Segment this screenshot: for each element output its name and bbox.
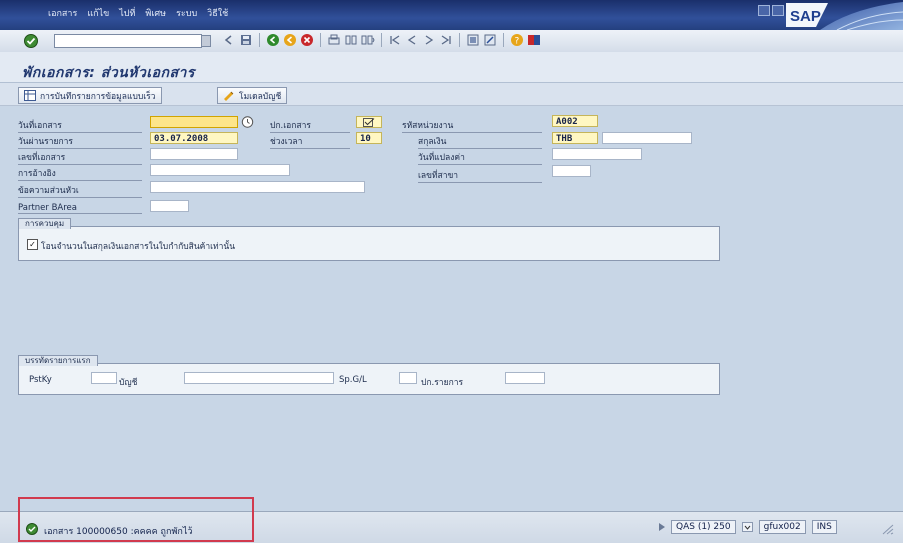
- server-name-box[interactable]: gfux002: [758, 520, 806, 534]
- partner-business-area-field[interactable]: [150, 200, 189, 212]
- main-content: วันที่เอกสาร วันผ่านรายการ 03.07.2008 เล…: [0, 106, 903, 511]
- enter-check-icon[interactable]: [22, 33, 40, 49]
- page-title: พักเอกสาร: ส่วนหัวเอกสาร: [22, 65, 195, 81]
- insert-mode-box[interactable]: INS: [811, 520, 837, 534]
- first-line-item-group-box: บรรทัดรายการแรก PstKy บัญชี Sp.G/L ปก.รา…: [18, 355, 720, 395]
- document-number-field[interactable]: [150, 148, 238, 160]
- save-icon[interactable]: [239, 33, 253, 47]
- transfer-amount-checkbox[interactable]: ✓: [27, 239, 38, 250]
- posting-date-label: วันผ่านรายการ: [18, 134, 142, 149]
- menu-document[interactable]: เอกสาร: [48, 6, 77, 20]
- new-session-icon[interactable]: [466, 33, 480, 47]
- calendar-help-icon[interactable]: [241, 116, 254, 128]
- currency-label: สกุลเงิน: [418, 134, 542, 149]
- menu-bar: เอกสาร แก้ไข ไปที่ พิเศษ ระบบ วิธีใช้: [48, 6, 228, 20]
- document-type-label: ปก.เอกสาร: [270, 118, 350, 133]
- help-icon[interactable]: ?: [510, 33, 524, 47]
- find-next-icon[interactable]: [361, 33, 375, 47]
- back-green-icon[interactable]: [266, 33, 280, 47]
- menu-edit[interactable]: แก้ไข: [87, 6, 109, 20]
- branch-number-field[interactable]: [552, 165, 591, 177]
- first-line-item-group-title: บรรทัดรายการแรก: [18, 355, 98, 366]
- special-gl-field[interactable]: [399, 372, 417, 384]
- company-code-field[interactable]: A002: [552, 115, 598, 127]
- resize-grip-icon[interactable]: [880, 523, 894, 535]
- title-bar: เอกสาร แก้ไข ไปที่ พิเศษ ระบบ วิธีใช้ SA…: [0, 0, 903, 30]
- print-icon[interactable]: [327, 33, 341, 47]
- menu-extras[interactable]: พิเศษ: [145, 6, 166, 20]
- fast-data-entry-label: การบันทึกรายการข้อมูลแบบเร็ว: [40, 91, 156, 102]
- toolbar-icons: ?: [222, 33, 541, 47]
- period-field[interactable]: 10: [356, 132, 382, 144]
- document-type-check-icon: [363, 118, 375, 127]
- table-entry-icon: [24, 90, 36, 101]
- transaction-type-label: ปก.รายการ: [421, 378, 464, 388]
- cancel-red-icon[interactable]: [300, 33, 314, 47]
- partner-business-area-label: Partner BArea: [18, 203, 142, 214]
- exit-yellow-icon[interactable]: [283, 33, 297, 47]
- transfer-amount-checkbox-label: โอนจำนวนในสกุลเงินเอกสารในใบกำกับสินค้าเ…: [41, 242, 236, 252]
- reference-field[interactable]: [150, 164, 290, 176]
- header-text-label: ข้อความส่วนหัวเ: [18, 183, 142, 198]
- period-label: ช่วงเวลา: [270, 134, 350, 149]
- special-gl-label: Sp.G/L: [339, 375, 367, 385]
- toolbar-separator: [320, 33, 321, 47]
- svg-text:?: ?: [515, 37, 520, 47]
- exchange-rate-field[interactable]: [602, 132, 692, 144]
- application-toolbar: การบันทึกรายการข้อมูลแบบเร็ว โมเดลบัญชี: [0, 83, 903, 106]
- toolbar-separator: [259, 33, 260, 47]
- standard-toolbar: ?: [0, 30, 903, 53]
- command-field[interactable]: [54, 34, 202, 48]
- transaction-type-field[interactable]: [505, 372, 545, 384]
- last-page-icon[interactable]: [439, 33, 453, 47]
- menu-goto[interactable]: ไปที่: [119, 6, 135, 20]
- posting-key-label: PstKy: [29, 375, 52, 385]
- toolbar-separator: [503, 33, 504, 47]
- toolbar-separator: [459, 33, 460, 47]
- header-text-field[interactable]: [150, 181, 365, 193]
- reference-label: การอ้างอิง: [18, 166, 142, 181]
- translation-date-label: วันที่แปลงค่า: [418, 150, 542, 165]
- posting-date-field[interactable]: 03.07.2008: [150, 132, 238, 144]
- system-client-box[interactable]: QAS (1) 250: [671, 520, 736, 534]
- first-page-icon[interactable]: [388, 33, 402, 47]
- document-date-label: วันที่เอกสาร: [18, 118, 142, 133]
- command-history-dropdown[interactable]: [201, 35, 211, 47]
- shortcut-icon[interactable]: [483, 33, 497, 47]
- menu-system[interactable]: ระบบ: [176, 6, 197, 20]
- document-number-label: เลขที่เอกสาร: [18, 150, 142, 165]
- minimize-button[interactable]: [758, 5, 770, 16]
- sap-logo-text: SAP: [790, 8, 821, 25]
- branch-number-label: เลขที่สาขา: [418, 168, 542, 183]
- document-date-field[interactable]: [150, 116, 238, 128]
- document-type-field[interactable]: [356, 116, 382, 128]
- company-code-label: รหัสหน่วยงาน: [402, 118, 542, 133]
- posting-key-field[interactable]: [91, 372, 117, 384]
- sap-logo: SAP: [782, 0, 903, 30]
- system-info-toggle-icon[interactable]: [659, 523, 665, 531]
- control-group-box: การควบคุม ✓ โอนจำนวนในสกุลเงินเอกสารในใบ…: [18, 218, 720, 261]
- screen-title-area: พักเอกสาร: ส่วนหัวเอกสาร: [0, 52, 903, 83]
- model-pencil-icon: [224, 91, 234, 101]
- currency-field[interactable]: THB: [552, 132, 598, 144]
- status-highlight-box: [18, 497, 254, 542]
- previous-page-icon[interactable]: [405, 33, 419, 47]
- toolbar-separator: [381, 33, 382, 47]
- fast-data-entry-button[interactable]: การบันทึกรายการข้อมูลแบบเร็ว: [18, 87, 162, 104]
- account-model-label: โมเดลบัญชี: [239, 91, 282, 102]
- system-info: QAS (1) 250 gfux002 INS: [659, 520, 837, 534]
- server-dropdown-icon[interactable]: [741, 522, 753, 532]
- account-model-button[interactable]: โมเดลบัญชี: [217, 87, 288, 104]
- translation-date-field[interactable]: [552, 148, 642, 160]
- account-label: บัญชี: [119, 378, 138, 388]
- control-group-title: การควบคุม: [18, 218, 72, 229]
- find-icon[interactable]: [344, 33, 358, 47]
- account-field[interactable]: [184, 372, 334, 384]
- menu-help[interactable]: วิธีใช้: [207, 6, 228, 20]
- next-page-icon[interactable]: [422, 33, 436, 47]
- back-arrow-icon[interactable]: [222, 33, 236, 47]
- customize-layout-icon[interactable]: [527, 33, 541, 47]
